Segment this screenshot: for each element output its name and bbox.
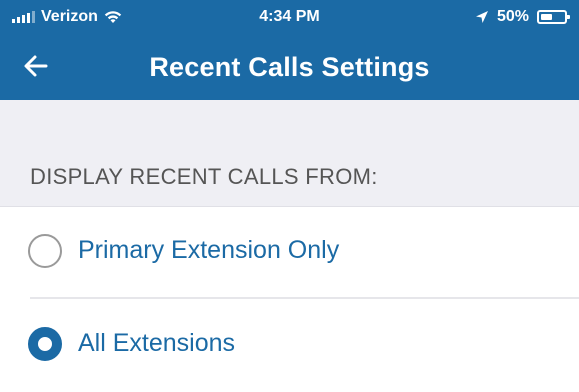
section-header: DISPLAY RECENT CALLS FROM: [30, 164, 378, 189]
divider [30, 297, 579, 299]
battery-icon [537, 10, 570, 24]
location-arrow-icon [475, 11, 488, 23]
status-bar: Verizon 4:34 PM 50% [0, 0, 579, 36]
nav-bar: Recent Calls Settings [0, 36, 579, 100]
app-header: Verizon 4:34 PM 50% Recent Calls Setting… [0, 0, 579, 100]
battery-fill [541, 14, 552, 20]
option-label: All Extensions [78, 329, 236, 357]
page-title: Recent Calls Settings [149, 52, 430, 82]
option-label: Primary Extension Only [78, 236, 340, 264]
status-right: 50% [475, 8, 570, 26]
section-header-area: DISPLAY RECENT CALLS FROM: [0, 100, 579, 207]
battery-percent: 50% [496, 8, 529, 25]
option-primary-extension-only[interactable]: Primary Extension Only [0, 207, 579, 299]
radio-unselected-icon[interactable] [28, 234, 62, 268]
radio-selected-icon[interactable] [28, 327, 62, 361]
option-all-extensions[interactable]: All Extensions [0, 300, 579, 392]
